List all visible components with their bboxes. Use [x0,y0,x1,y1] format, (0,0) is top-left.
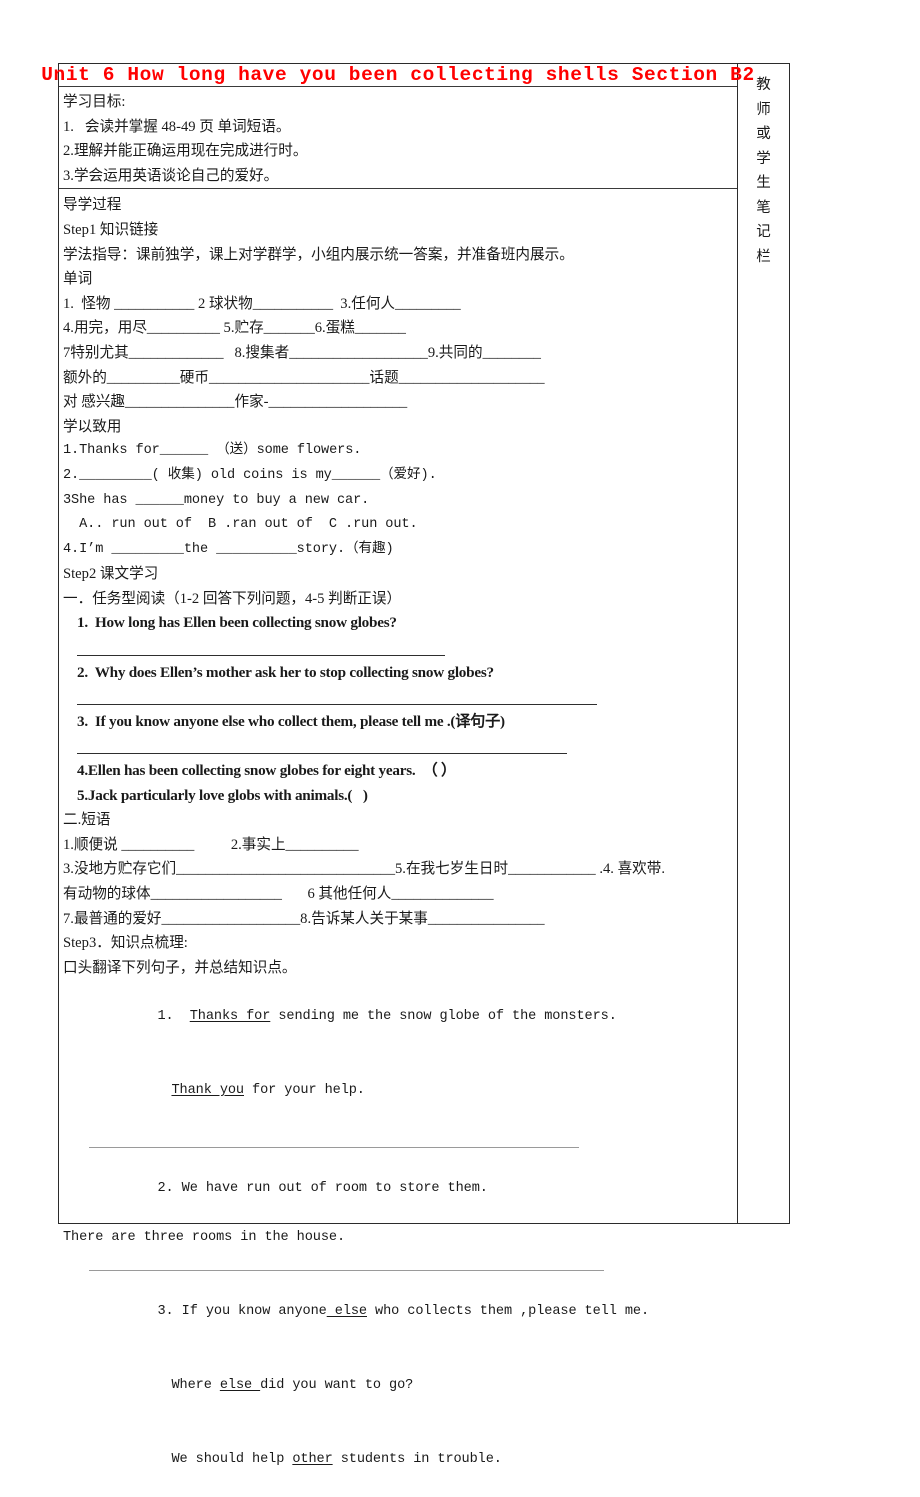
notes-column-char: 师 [756,101,771,118]
step3-subheading: 口头翻译下列句子，并总结知识点。 [63,959,297,976]
apply-heading: 学以致用 [63,418,122,435]
notes-column-char: 教 [756,77,771,93]
answer-rule[interactable] [63,685,737,710]
translate-sentence-extra: There are three rooms in the house. [63,1230,346,1246]
page-title: Unit 6 How long have you been collecting… [41,64,755,86]
reading-heading: 一．任务型阅读（1-2 回答下列问题，4-5 判断正误） [63,590,402,607]
worksheet-main-column: Unit 6 How long have you been collecting… [41,64,754,1467]
objectives-heading: 学习目标: [63,94,126,110]
sentence-part: else [219,1377,261,1393]
step3-heading: Step3．知识点梳理: [63,935,188,952]
sentence-part: Thank you [171,1082,244,1098]
sentence-part: for your help. [244,1082,365,1098]
vocab-line: 额外的__________硬币______________________话题_… [63,369,545,386]
sentence-number: 2. [157,1181,174,1197]
sentence-part: who collects them ,please tell me. [367,1304,650,1320]
phrase-line: 有动物的球体__________________ 6 其他任何人________… [63,886,494,902]
answer-rule[interactable] [63,734,737,759]
sentence-part: students in trouble. [332,1451,502,1467]
teacher-student-notes-column[interactable]: 教 师 或 学 生 笔 记 栏 [738,64,789,1223]
learning-objectives-row: 学习目标: 1. 会读并掌握 48-49 页 单词短语。 2.理解并能正确运用现… [59,87,737,190]
translate-sentence: 2. We have run out of room to store them… [63,1153,737,1227]
apply-line: A.. run out of B .ran out of C .run out. [63,517,418,533]
sentence-part: else [326,1304,367,1320]
objective-item: 2.理解并能正确运用现在完成进行时。 [63,143,308,160]
phrase-line: 1.顺便说 __________ 2.事实上__________ [63,836,359,853]
apply-line: 4.I’m _________the __________story.（有趣) [63,541,394,557]
answer-rule[interactable] [63,1128,737,1153]
worksheet-body-row: 导学过程 Step1 知识链接 学法指导：课前独学，课上对学群学，小组内展示统一… [59,189,737,1496]
step1-heading: Step1 知识链接 [63,221,159,238]
apply-line: 1.Thanks for______ （送）some flowers. [63,443,362,459]
sentence-part: other [292,1451,333,1467]
process-heading: 导学过程 [63,197,122,214]
worksheet-table: Unit 6 How long have you been collecting… [41,63,790,1467]
reading-question: 3. If you know anyone else who collect t… [77,712,505,730]
reading-question: 4.Ellen has been collecting snow globes … [77,762,456,780]
notes-column-char: 记 [756,224,771,240]
sentence-part: We should help [171,1451,293,1467]
translate-sentence-extra: Thank you for your help. [63,1054,737,1128]
apply-line: 3She has ______money to buy a new car. [63,492,370,508]
notes-column-char: 学 [756,150,771,167]
notes-column-char: 生 [756,175,771,191]
objective-item: 1. 会读并掌握 48-49 页 单词短语。 [63,118,291,135]
answer-rule[interactable] [63,636,737,661]
sentence-part: We have run out of room to store them. [173,1181,488,1197]
phrase-line: 3.没地方贮存它们______________________________5… [63,861,665,878]
sentence-part: If you know anyone [173,1304,327,1320]
objective-item: 3.学会运用英语谈论自己的爱好。 [63,167,279,184]
reading-question: 5.Jack particularly love globs with anim… [77,786,368,804]
translate-sentence-extra: Where else did you want to go? [63,1349,737,1423]
apply-line: 2._________( 收集) old coins is my______（爱… [63,467,437,483]
reading-question: 2. Why does Ellen’s mother ask her to st… [77,663,494,681]
reading-question: 1. How long has Ellen been collecting sn… [77,614,397,632]
answer-rule[interactable] [63,1251,737,1276]
sentence-part: did you want to go? [260,1377,414,1393]
sentence-number: 1. [157,1008,174,1024]
sentence-part: Thanks for [189,1008,271,1024]
sentence-part: Where [171,1377,220,1393]
translate-sentence-extra: We should help other students in trouble… [63,1423,737,1497]
translate-sentence: 1. Thanks for sending me the snow globe … [63,980,737,1054]
phrases-heading: 二.短语 [63,812,111,829]
vocab-heading: 单词 [63,271,93,288]
step2-heading: Step2 课文学习 [63,566,159,583]
translate-sentence: 3. If you know anyone else who collects … [63,1276,737,1350]
notes-column-char: 栏 [756,248,771,265]
title-row: Unit 6 How long have you been collecting… [41,64,754,87]
vocab-line: 4.用完，用尽__________ 5.贮存_______6.蛋糕_______ [63,320,406,337]
vocab-line: 1. 怪物 ___________ 2 球状物___________ 3.任何人… [63,295,461,312]
sentence-part: sending me the snow globe of the monster… [270,1008,617,1024]
vocab-line: 7特别尤其_____________ 8.搜集者________________… [63,344,541,361]
notes-column-char: 笔 [756,199,771,216]
sentence-number: 3. [157,1304,174,1320]
study-guide-text: 学法指导：课前独学，课上对学群学，小组内展示统一答案，并准备班内展示。 [63,246,574,263]
notes-column-char: 或 [756,126,771,142]
phrase-line: 7.最普通的爱好___________________8.告诉某人关于某事___… [63,910,545,927]
vocab-line: 对 感兴趣_______________作家-_________________… [63,394,408,411]
